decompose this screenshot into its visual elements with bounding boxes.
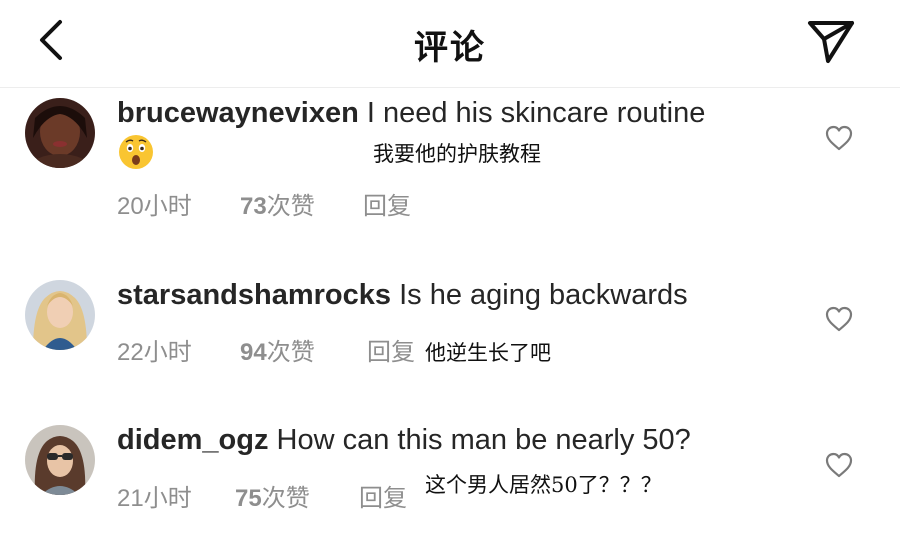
username[interactable]: brucewaynevixen xyxy=(117,97,359,129)
likes-count[interactable]: 75次赞 xyxy=(235,478,310,513)
comment-time: 21小时 xyxy=(117,485,192,512)
avatar[interactable] xyxy=(25,280,95,350)
likes-number: 73 xyxy=(240,193,267,220)
reply-button[interactable]: 回复 xyxy=(359,478,407,513)
likes-label: 次赞 xyxy=(261,485,310,512)
heart-icon[interactable] xyxy=(824,305,854,333)
astonished-face-emoji-icon xyxy=(119,135,153,169)
heart-icon[interactable] xyxy=(824,451,854,479)
comments-header: 评论 xyxy=(0,0,900,88)
translation-note: 我要他的护肤教程 xyxy=(373,142,541,166)
paper-plane-icon xyxy=(808,21,854,63)
username[interactable]: starsandshamrocks xyxy=(117,279,391,311)
share-button[interactable] xyxy=(803,12,859,68)
likes-count[interactable]: 94次赞 xyxy=(240,332,315,367)
comment-time: 22小时 xyxy=(117,339,192,366)
likes-number: 75 xyxy=(235,485,262,512)
reply-button[interactable]: 回复 xyxy=(367,332,415,367)
comment-text: Is he aging backwards xyxy=(399,279,688,311)
avatar[interactable] xyxy=(25,425,95,495)
likes-count[interactable]: 73次赞 xyxy=(240,186,315,221)
avatar[interactable] xyxy=(25,98,95,168)
comment-line: starsandshamrocks Is he aging backwards xyxy=(117,279,688,312)
page-title: 评论 xyxy=(414,28,486,68)
comment-text: I need his skincare routine xyxy=(366,97,706,129)
comment-text: How can this man be nearly 50? xyxy=(276,424,691,456)
translation-note: 这个男人居然50了？？？ xyxy=(425,473,662,497)
comment-time: 20小时 xyxy=(117,193,192,220)
heart-icon[interactable] xyxy=(824,124,854,152)
likes-label: 次赞 xyxy=(266,193,315,220)
translation-note: 他逆生长了吧 xyxy=(425,341,551,365)
comment-line: didem_ogz How can this man be nearly 50? xyxy=(117,424,691,457)
likes-label: 次赞 xyxy=(266,339,315,366)
reply-button[interactable]: 回复 xyxy=(363,186,411,221)
username[interactable]: didem_ogz xyxy=(117,424,268,456)
comment-line: brucewaynevixen I need his skincare rout… xyxy=(117,97,705,130)
likes-number: 94 xyxy=(240,339,267,366)
